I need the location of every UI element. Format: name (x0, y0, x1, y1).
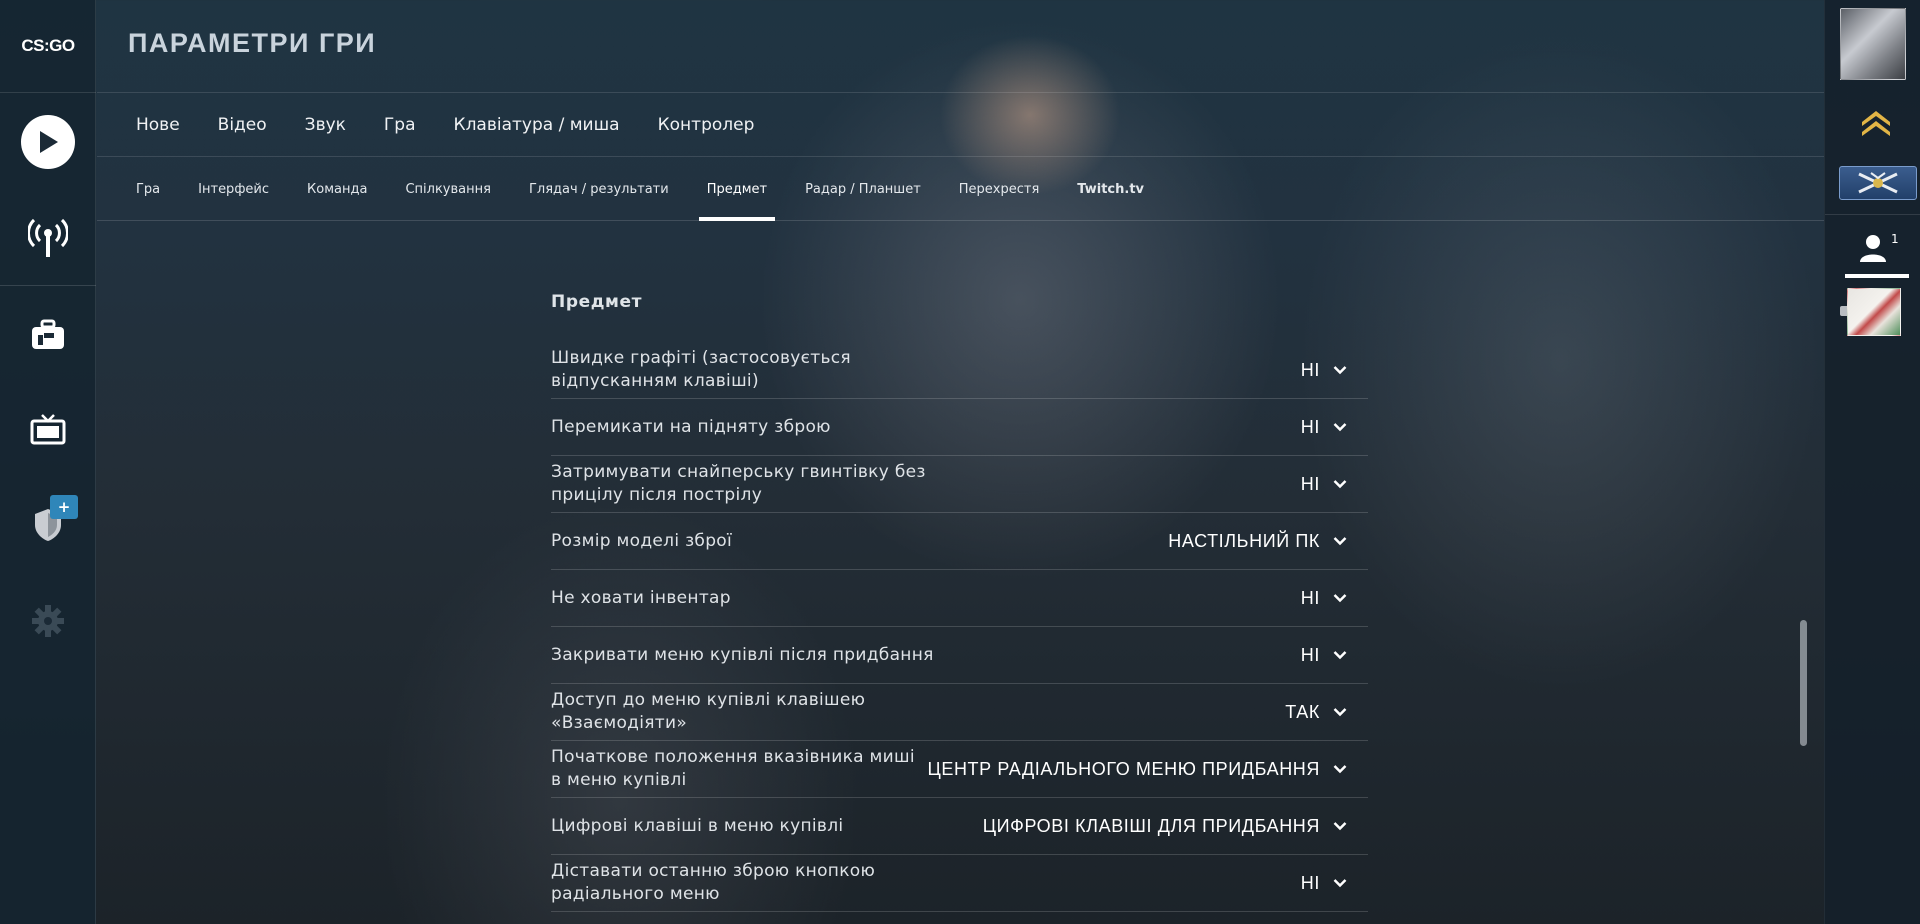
setting-dropdown[interactable]: ЦИФРОВІ КЛАВІШІ ДЛЯ ПРИДБАННЯ (983, 816, 1368, 837)
chevron-down-icon (1332, 818, 1348, 834)
play-icon (21, 115, 75, 169)
setting-label: Закривати меню купівлі після придбання (551, 644, 934, 665)
csgo-logo[interactable]: CS:GO (0, 0, 96, 93)
setting-value: ЦИФРОВІ КЛАВІШІ ДЛЯ ПРИДБАННЯ (982, 815, 1320, 836)
tab-video[interactable]: Відео (218, 115, 267, 135)
setting-label: Діставати останню зброю кнопкою радіальн… (551, 861, 876, 904)
rail-divider (0, 285, 96, 286)
subtab-item[interactable]: Предмет (698, 158, 776, 221)
chevron-down-icon (1332, 590, 1348, 606)
tab-new[interactable]: Нове (136, 115, 180, 135)
play-button[interactable] (0, 107, 96, 177)
left-sidebar: CS:GO + (0, 0, 96, 924)
setting-label: Не ховати інвентар (551, 587, 731, 608)
chevron-down-icon (1332, 419, 1348, 435)
tab-controller[interactable]: Контролер (658, 115, 755, 135)
chevron-down-icon (1332, 704, 1348, 720)
inventory-button[interactable] (0, 300, 96, 370)
scrollbar-track[interactable] (1799, 226, 1807, 924)
setting-value: НІ (1300, 359, 1320, 380)
setting-label: Перемикати на підняту зброю (551, 416, 831, 437)
subtab-spectator-scoreboard[interactable]: Глядач / результати (529, 158, 669, 221)
crossed-guns-icon (1858, 172, 1898, 194)
watch-broadcast-button[interactable] (0, 202, 96, 272)
setting-value: НАСТІЛЬНИЙ ПК (1168, 530, 1320, 551)
broadcast-icon (28, 218, 68, 257)
friend-avatar[interactable] (1847, 288, 1901, 336)
user-icon (1860, 234, 1886, 262)
friends-button[interactable] (1825, 214, 1920, 280)
setting-label: Затримувати снайперську гвинтівку без пр… (551, 462, 926, 505)
tv-icon (30, 414, 66, 445)
setting-dropdown[interactable]: НІ (1301, 474, 1368, 495)
chevron-down-icon (1332, 647, 1348, 663)
rank-chevron-icon[interactable] (1859, 108, 1893, 142)
new-operation-badge[interactable]: + (50, 495, 78, 519)
setting-dropdown[interactable]: НІ (1301, 360, 1368, 381)
settings-button[interactable] (0, 586, 96, 656)
subtab-radar-tablet[interactable]: Радар / Планшет (805, 158, 921, 221)
setting-row[interactable]: Швидке графіті (застосовується відпускан… (551, 342, 1368, 399)
settings-list: Швидке графіті (застосовується відпускан… (551, 342, 1368, 912)
setting-value: ЦЕНТР РАДІАЛЬНОГО МЕНЮ ПРИДБАННЯ (927, 758, 1320, 779)
setting-row[interactable]: Цифрові клавіші в меню купівлі ЦИФРОВІ К… (551, 798, 1368, 855)
subtab-twitch[interactable]: Twitch.tv (1077, 158, 1144, 221)
setting-row[interactable]: Початкове положення вказівника миші в ме… (551, 741, 1368, 798)
friends-tab-underline (1845, 274, 1909, 278)
setting-dropdown[interactable]: НІ (1301, 417, 1368, 438)
player-avatar[interactable] (1840, 8, 1906, 80)
chevron-down-icon (1332, 761, 1348, 777)
setting-row[interactable]: Не ховати інвентар НІ (551, 570, 1368, 627)
setting-label: Початкове положення вказівника миші в ме… (551, 747, 915, 790)
subtab-communication[interactable]: Спілкування (405, 158, 491, 221)
setting-value: ТАК (1285, 701, 1320, 722)
setting-row[interactable]: Закривати меню купівлі після придбання Н… (551, 627, 1368, 684)
main-tabs: Нове Відео Звук Гра Клавіатура / миша Ко… (97, 94, 1824, 157)
section-title: Предмет (551, 292, 643, 312)
tab-keyboard-mouse[interactable]: Клавіатура / миша (454, 115, 620, 135)
chevron-down-icon (1332, 875, 1348, 891)
gear-icon (32, 605, 64, 637)
competitive-rank-badge[interactable] (1839, 166, 1917, 200)
sub-tabs: Гра Інтерфейс Команда Спілкування Глядач… (97, 158, 1824, 221)
tab-audio[interactable]: Звук (305, 115, 346, 135)
right-sidebar: 1 (1824, 0, 1920, 924)
watch-tv-button[interactable] (0, 395, 96, 465)
scrollbar-thumb[interactable] (1800, 620, 1807, 746)
setting-dropdown[interactable]: ЦЕНТР РАДІАЛЬНОГО МЕНЮ ПРИДБАННЯ (927, 759, 1368, 780)
chevron-down-icon (1332, 362, 1348, 378)
setting-label: Цифрові клавіші в меню купівлі (551, 815, 844, 836)
setting-dropdown[interactable]: НІ (1301, 873, 1368, 894)
subtab-crosshair[interactable]: Перехрестя (959, 158, 1040, 221)
setting-value: НІ (1300, 587, 1320, 608)
setting-row[interactable]: Розмір моделі зброї НАСТІЛЬНИЙ ПК (551, 513, 1368, 570)
subtab-team[interactable]: Команда (307, 158, 367, 221)
setting-row[interactable]: Доступ до меню купівлі клавішею «Взаємод… (551, 684, 1368, 741)
friends-online-count: 1 (1891, 232, 1899, 246)
setting-label: Доступ до меню купівлі клавішею «Взаємод… (551, 690, 866, 733)
setting-dropdown[interactable]: ТАК (1285, 702, 1368, 723)
setting-value: НІ (1300, 416, 1320, 437)
page-title: ПАРАМЕТРИ ГРИ (128, 28, 377, 58)
setting-value: НІ (1300, 644, 1320, 665)
subtab-game[interactable]: Гра (136, 158, 160, 221)
chevron-down-icon (1332, 533, 1348, 549)
chevron-down-icon (1332, 476, 1348, 492)
setting-dropdown[interactable]: НІ (1301, 588, 1368, 609)
setting-value: НІ (1300, 473, 1320, 494)
tab-game[interactable]: Гра (384, 115, 416, 135)
setting-dropdown[interactable]: НІ (1301, 645, 1368, 666)
setting-dropdown[interactable]: НАСТІЛЬНИЙ ПК (1168, 531, 1368, 552)
subtab-interface[interactable]: Інтерфейс (198, 158, 269, 221)
setting-row[interactable]: Діставати останню зброю кнопкою радіальн… (551, 855, 1368, 912)
briefcase-icon (32, 319, 64, 349)
operation-button[interactable] (0, 490, 96, 560)
setting-label: Розмір моделі зброї (551, 530, 733, 551)
setting-row[interactable]: Затримувати снайперську гвинтівку без пр… (551, 456, 1368, 513)
setting-row[interactable]: Перемикати на підняту зброю НІ (551, 399, 1368, 456)
setting-label: Швидке графіті (застосовується відпускан… (551, 348, 851, 391)
setting-value: НІ (1300, 872, 1320, 893)
